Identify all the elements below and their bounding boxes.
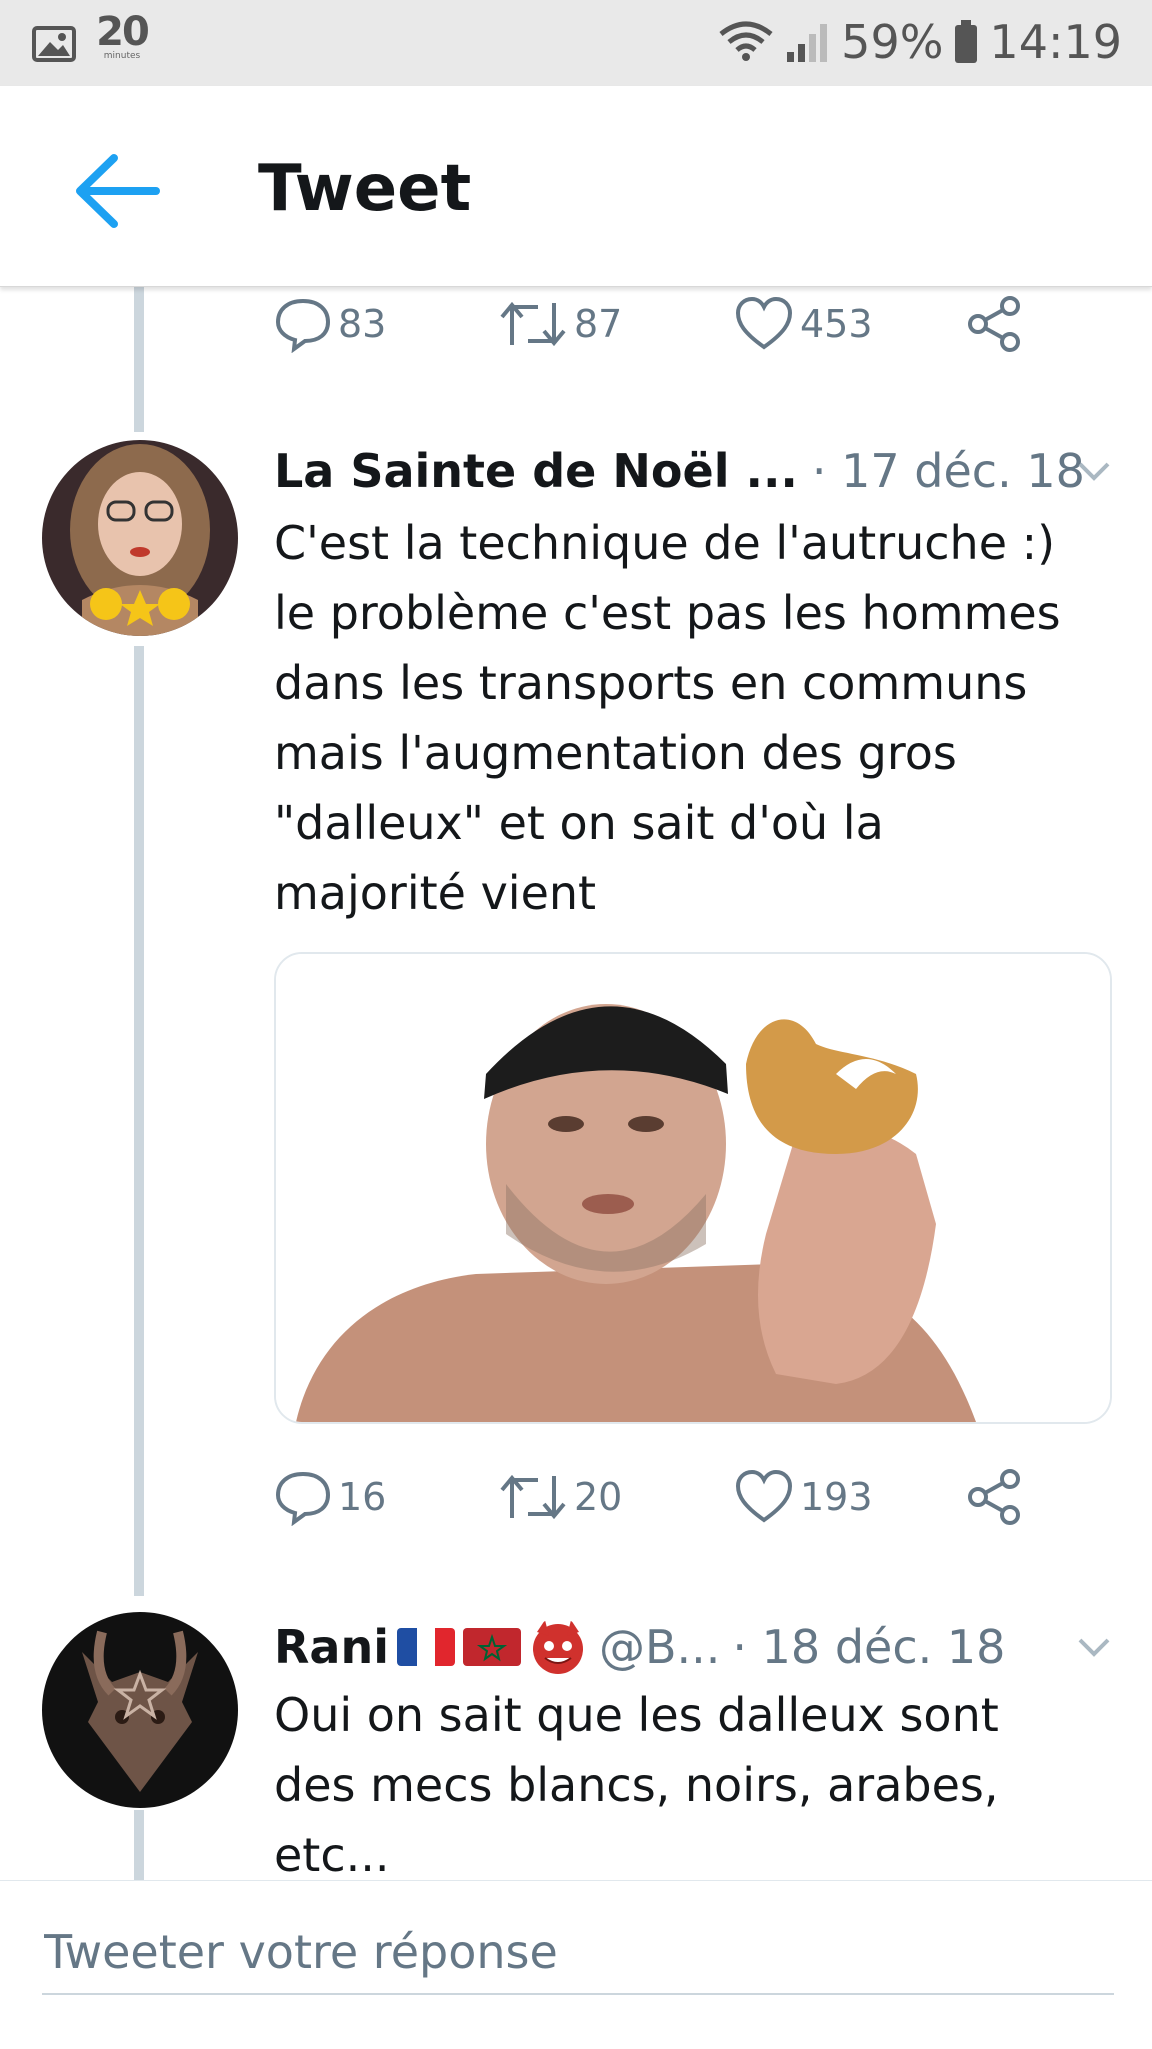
chevron-down-icon[interactable]: [1074, 1626, 1114, 1666]
avatar[interactable]: [42, 440, 238, 636]
retweet-icon: [500, 301, 566, 347]
like-count: 193: [800, 1475, 873, 1519]
reply-icon: [275, 1471, 331, 1526]
clock: 14:19: [989, 15, 1122, 69]
like-button[interactable]: 193: [734, 1462, 873, 1532]
reply-count: 83: [338, 302, 387, 346]
retweet-button[interactable]: 20: [498, 1462, 622, 1532]
reply-count: 16: [338, 1475, 387, 1519]
like-button[interactable]: 453: [734, 289, 873, 359]
share-button[interactable]: [964, 289, 1024, 359]
tweet-header: La Sainte de Noël ... · 17 déc. 18: [274, 436, 1110, 506]
retweet-button[interactable]: 87: [498, 289, 622, 359]
chevron-down-icon[interactable]: [1074, 450, 1114, 490]
tweet-text: C'est la technique de l'autruche :) le p…: [274, 516, 1061, 920]
thread-line: [134, 286, 144, 432]
retweet-icon: [500, 1474, 566, 1520]
thread-line: [134, 1810, 144, 1880]
back-arrow-icon[interactable]: [72, 146, 162, 236]
avatar[interactable]: [42, 1612, 238, 1808]
reply-button[interactable]: 83: [274, 289, 386, 359]
page-title: Tweet: [258, 152, 472, 226]
share-icon: [968, 1469, 1020, 1525]
display-name[interactable]: La Sainte de Noël ...: [274, 444, 798, 498]
top-app-bar: Tweet: [0, 86, 1152, 287]
reply-bar: [0, 1880, 1152, 2049]
morocco-flag-icon: [462, 1628, 521, 1666]
app-badge-number: 20: [96, 9, 150, 55]
reply-icon: [275, 298, 331, 353]
prev-tweet-actions: 83 87 453: [274, 289, 1054, 359]
reply-button[interactable]: 16: [274, 1462, 386, 1532]
share-button[interactable]: [964, 1462, 1024, 1532]
demon-emoji-icon: [532, 1620, 583, 1674]
share-icon: [968, 296, 1020, 352]
thread-line: [134, 646, 144, 1596]
status-bar: 20 minutes 59% 14:19: [0, 0, 1152, 86]
tweet-actions: 16 20 193: [274, 1462, 1054, 1532]
display-name[interactable]: Rani: [274, 1620, 389, 1674]
tweet-header: Rani @B... · 18 déc. 18: [274, 1612, 1110, 1682]
reply-input[interactable]: [42, 1911, 1114, 1995]
like-icon: [735, 296, 793, 350]
like-icon: [735, 1469, 793, 1523]
signal-icon: [787, 24, 828, 62]
france-flag-icon: [396, 1628, 455, 1666]
retweet-count: 20: [574, 1475, 623, 1519]
tweet-media[interactable]: [274, 952, 1112, 1424]
wifi-icon: [719, 21, 773, 61]
app-badge: 20 minutes: [92, 12, 152, 72]
tweet-text: Oui on sait que les dalleux sont des mec…: [274, 1688, 999, 1882]
battery-percent: 59%: [841, 15, 944, 69]
battery-icon: [955, 20, 978, 63]
like-count: 453: [800, 302, 873, 346]
tweet-date[interactable]: · 18 déc. 18: [732, 1620, 1005, 1674]
image-icon: [32, 26, 76, 62]
tweet-date[interactable]: · 17 déc. 18: [812, 444, 1085, 498]
retweet-count: 87: [574, 302, 623, 346]
user-handle[interactable]: @B...: [599, 1620, 720, 1674]
